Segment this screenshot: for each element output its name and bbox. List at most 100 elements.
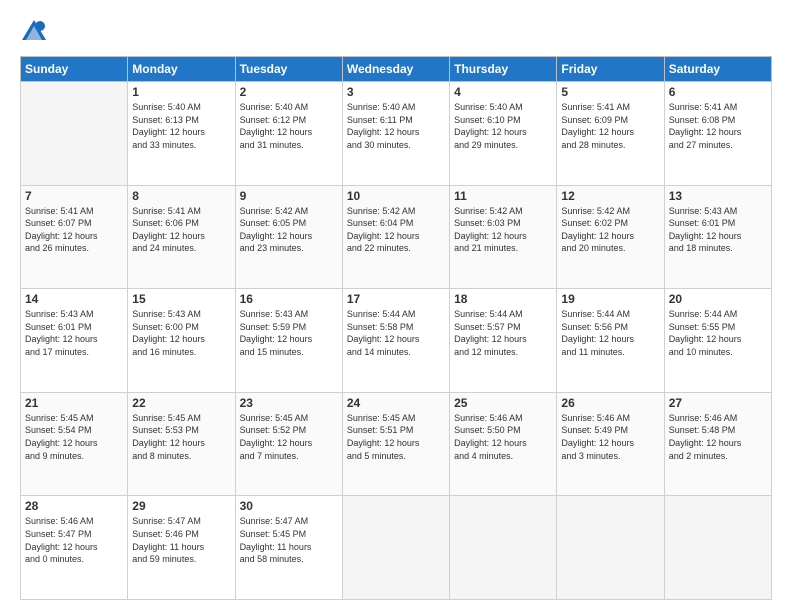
weekday-header-thursday: Thursday [450, 57, 557, 82]
day-number: 17 [347, 292, 445, 306]
calendar-cell: 27 Sunrise: 5:46 AM Sunset: 5:48 PM Dayli… [664, 392, 771, 496]
day-number: 9 [240, 189, 338, 203]
day-info: Sunrise: 5:46 AM Sunset: 5:50 PM Dayligh… [454, 412, 552, 462]
calendar-cell [342, 496, 449, 600]
day-info: Sunrise: 5:43 AM Sunset: 5:59 PM Dayligh… [240, 308, 338, 358]
day-number: 7 [25, 189, 123, 203]
calendar-cell [557, 496, 664, 600]
logo [20, 18, 52, 46]
day-number: 30 [240, 499, 338, 513]
calendar-cell: 28 Sunrise: 5:46 AM Sunset: 5:47 PM Dayli… [21, 496, 128, 600]
day-info: Sunrise: 5:46 AM Sunset: 5:49 PM Dayligh… [561, 412, 659, 462]
day-info: Sunrise: 5:41 AM Sunset: 6:07 PM Dayligh… [25, 205, 123, 255]
calendar-cell: 11 Sunrise: 5:42 AM Sunset: 6:03 PM Dayli… [450, 185, 557, 289]
calendar-cell: 13 Sunrise: 5:43 AM Sunset: 6:01 PM Dayli… [664, 185, 771, 289]
day-number: 20 [669, 292, 767, 306]
day-info: Sunrise: 5:45 AM Sunset: 5:54 PM Dayligh… [25, 412, 123, 462]
calendar-cell: 16 Sunrise: 5:43 AM Sunset: 5:59 PM Dayli… [235, 289, 342, 393]
week-row-4: 21 Sunrise: 5:45 AM Sunset: 5:54 PM Dayli… [21, 392, 772, 496]
calendar-cell [450, 496, 557, 600]
day-number: 21 [25, 396, 123, 410]
calendar-cell: 19 Sunrise: 5:44 AM Sunset: 5:56 PM Dayli… [557, 289, 664, 393]
day-number: 3 [347, 85, 445, 99]
calendar-cell: 5Sunrise: 5:41 AM Sunset: 6:09 PM Daylig… [557, 82, 664, 186]
calendar-cell: 2 Sunrise: 5:40 AM Sunset: 6:12 PM Daylig… [235, 82, 342, 186]
day-number: 13 [669, 189, 767, 203]
day-number: 27 [669, 396, 767, 410]
day-number: 4 [454, 85, 552, 99]
day-info: Sunrise: 5:47 AM Sunset: 5:46 PM Dayligh… [132, 515, 230, 565]
day-info: Sunrise: 5:44 AM Sunset: 5:55 PM Dayligh… [669, 308, 767, 358]
day-number: 25 [454, 396, 552, 410]
calendar-cell: 23Sunrise: 5:45 AM Sunset: 5:52 PM Dayli… [235, 392, 342, 496]
calendar-cell: 22 Sunrise: 5:45 AM Sunset: 5:53 PM Dayli… [128, 392, 235, 496]
day-info: Sunrise: 5:45 AM Sunset: 5:51 PM Dayligh… [347, 412, 445, 462]
day-number: 2 [240, 85, 338, 99]
calendar-cell: 24 Sunrise: 5:45 AM Sunset: 5:51 PM Dayli… [342, 392, 449, 496]
day-info: Sunrise: 5:43 AM Sunset: 6:01 PM Dayligh… [669, 205, 767, 255]
day-info: Sunrise: 5:40 AM Sunset: 6:11 PM Dayligh… [347, 101, 445, 151]
day-info: Sunrise: 5:47 AM Sunset: 5:45 PM Dayligh… [240, 515, 338, 565]
day-number: 8 [132, 189, 230, 203]
calendar-cell [21, 82, 128, 186]
calendar-cell: 8Sunrise: 5:41 AM Sunset: 6:06 PM Daylig… [128, 185, 235, 289]
day-number: 18 [454, 292, 552, 306]
day-info: Sunrise: 5:42 AM Sunset: 6:05 PM Dayligh… [240, 205, 338, 255]
day-info: Sunrise: 5:42 AM Sunset: 6:02 PM Dayligh… [561, 205, 659, 255]
calendar-cell: 20 Sunrise: 5:44 AM Sunset: 5:55 PM Dayli… [664, 289, 771, 393]
calendar-cell: 3 Sunrise: 5:40 AM Sunset: 6:11 PM Daylig… [342, 82, 449, 186]
day-info: Sunrise: 5:40 AM Sunset: 6:12 PM Dayligh… [240, 101, 338, 151]
day-number: 16 [240, 292, 338, 306]
day-info: Sunrise: 5:45 AM Sunset: 5:52 PM Dayligh… [240, 412, 338, 462]
day-number: 22 [132, 396, 230, 410]
calendar-cell [664, 496, 771, 600]
day-number: 29 [132, 499, 230, 513]
weekday-header-row: SundayMondayTuesdayWednesdayThursdayFrid… [21, 57, 772, 82]
calendar-cell: 14Sunrise: 5:43 AM Sunset: 6:01 PM Dayli… [21, 289, 128, 393]
calendar-cell: 7 Sunrise: 5:41 AM Sunset: 6:07 PM Daylig… [21, 185, 128, 289]
calendar-cell: 29 Sunrise: 5:47 AM Sunset: 5:46 PM Dayli… [128, 496, 235, 600]
calendar-cell: 17Sunrise: 5:44 AM Sunset: 5:58 PM Dayli… [342, 289, 449, 393]
calendar-cell: 10 Sunrise: 5:42 AM Sunset: 6:04 PM Dayli… [342, 185, 449, 289]
week-row-5: 28 Sunrise: 5:46 AM Sunset: 5:47 PM Dayli… [21, 496, 772, 600]
weekday-header-sunday: Sunday [21, 57, 128, 82]
day-info: Sunrise: 5:46 AM Sunset: 5:48 PM Dayligh… [669, 412, 767, 462]
day-info: Sunrise: 5:42 AM Sunset: 6:04 PM Dayligh… [347, 205, 445, 255]
day-info: Sunrise: 5:40 AM Sunset: 6:13 PM Dayligh… [132, 101, 230, 151]
week-row-2: 7 Sunrise: 5:41 AM Sunset: 6:07 PM Daylig… [21, 185, 772, 289]
day-number: 15 [132, 292, 230, 306]
day-number: 11 [454, 189, 552, 203]
page: SundayMondayTuesdayWednesdayThursdayFrid… [0, 0, 792, 612]
calendar-cell: 6 Sunrise: 5:41 AM Sunset: 6:08 PM Daylig… [664, 82, 771, 186]
day-info: Sunrise: 5:42 AM Sunset: 6:03 PM Dayligh… [454, 205, 552, 255]
weekday-header-monday: Monday [128, 57, 235, 82]
calendar-cell: 4 Sunrise: 5:40 AM Sunset: 6:10 PM Daylig… [450, 82, 557, 186]
day-info: Sunrise: 5:44 AM Sunset: 5:56 PM Dayligh… [561, 308, 659, 358]
weekday-header-wednesday: Wednesday [342, 57, 449, 82]
day-info: Sunrise: 5:46 AM Sunset: 5:47 PM Dayligh… [25, 515, 123, 565]
day-number: 10 [347, 189, 445, 203]
day-info: Sunrise: 5:45 AM Sunset: 5:53 PM Dayligh… [132, 412, 230, 462]
calendar-cell: 26Sunrise: 5:46 AM Sunset: 5:49 PM Dayli… [557, 392, 664, 496]
calendar-cell: 21 Sunrise: 5:45 AM Sunset: 5:54 PM Dayli… [21, 392, 128, 496]
header [20, 18, 772, 46]
day-number: 6 [669, 85, 767, 99]
day-info: Sunrise: 5:44 AM Sunset: 5:57 PM Dayligh… [454, 308, 552, 358]
weekday-header-friday: Friday [557, 57, 664, 82]
calendar-cell: 25 Sunrise: 5:46 AM Sunset: 5:50 PM Dayli… [450, 392, 557, 496]
calendar-cell: 30 Sunrise: 5:47 AM Sunset: 5:45 PM Dayli… [235, 496, 342, 600]
day-number: 28 [25, 499, 123, 513]
calendar-cell: 9 Sunrise: 5:42 AM Sunset: 6:05 PM Daylig… [235, 185, 342, 289]
day-number: 5 [561, 85, 659, 99]
week-row-3: 14Sunrise: 5:43 AM Sunset: 6:01 PM Dayli… [21, 289, 772, 393]
logo-icon [20, 18, 48, 46]
day-number: 14 [25, 292, 123, 306]
day-info: Sunrise: 5:41 AM Sunset: 6:08 PM Dayligh… [669, 101, 767, 151]
day-number: 19 [561, 292, 659, 306]
day-number: 24 [347, 396, 445, 410]
week-row-1: 1 Sunrise: 5:40 AM Sunset: 6:13 PM Daylig… [21, 82, 772, 186]
day-info: Sunrise: 5:43 AM Sunset: 6:00 PM Dayligh… [132, 308, 230, 358]
calendar-cell: 1 Sunrise: 5:40 AM Sunset: 6:13 PM Daylig… [128, 82, 235, 186]
day-number: 1 [132, 85, 230, 99]
day-info: Sunrise: 5:40 AM Sunset: 6:10 PM Dayligh… [454, 101, 552, 151]
